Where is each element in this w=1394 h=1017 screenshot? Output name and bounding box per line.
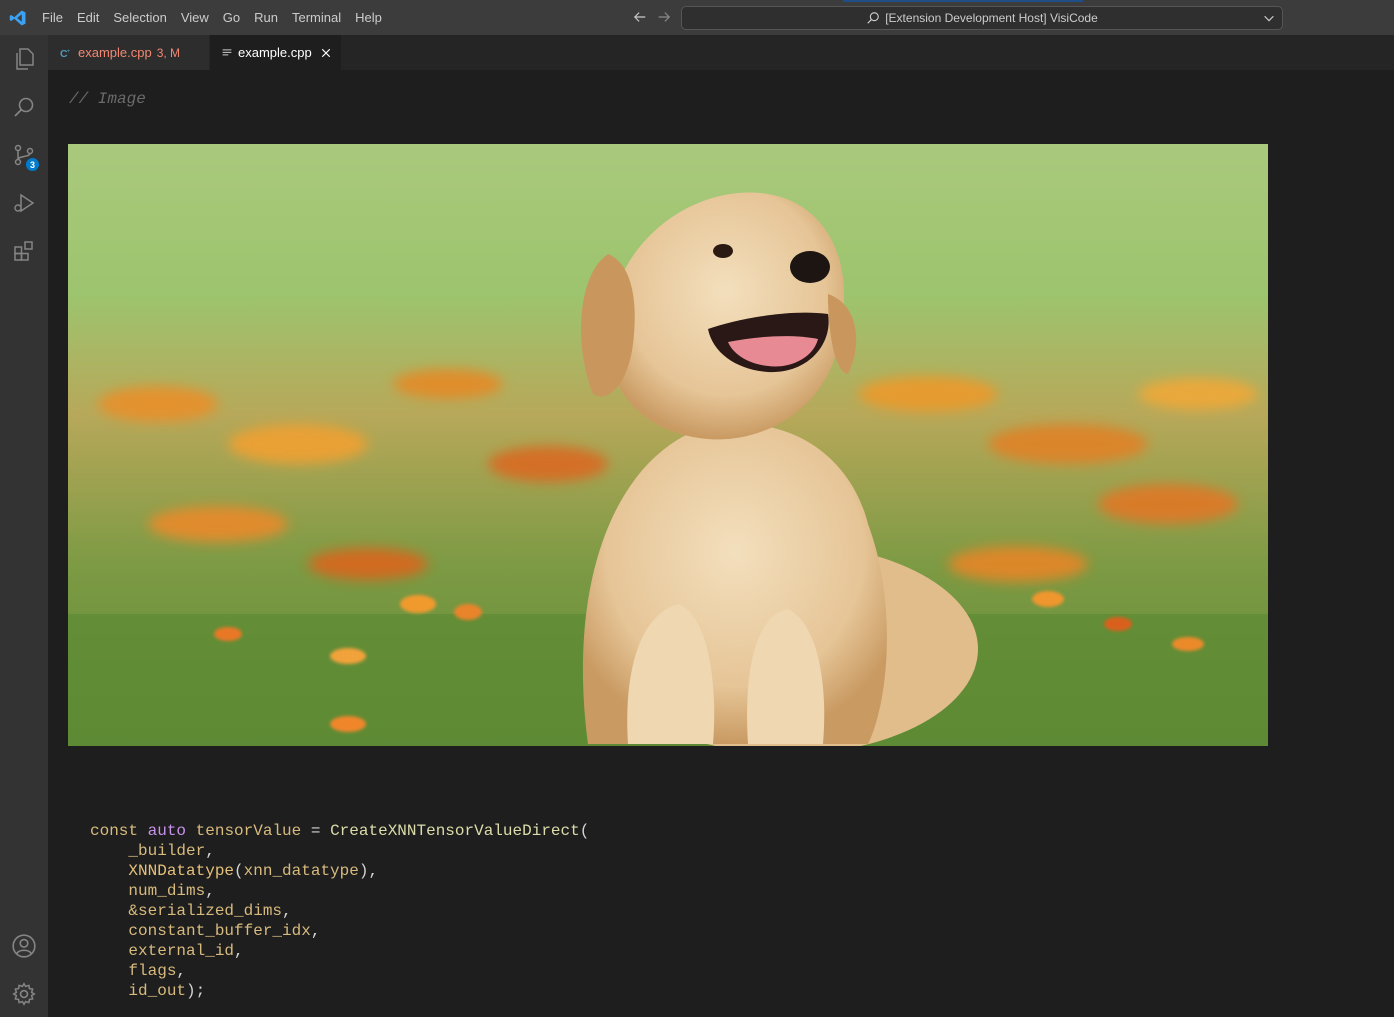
tab-problems-badge: 3, M <box>156 45 181 60</box>
chevron-down-icon[interactable] <box>1262 11 1276 25</box>
menu-file[interactable]: File <box>35 0 70 35</box>
tab-label: example.cpp <box>78 45 152 60</box>
code-token: &serialized_dims <box>128 902 283 920</box>
source-control-badge: 3 <box>26 158 39 171</box>
search-icon[interactable] <box>0 83 48 131</box>
code-token: _builder <box>128 842 206 860</box>
extensions-icon[interactable] <box>0 227 48 275</box>
code-token: , <box>234 942 244 960</box>
vscode-logo-icon <box>0 0 35 35</box>
menu-view[interactable]: View <box>174 0 216 35</box>
code-token: tensorValue <box>195 822 302 840</box>
code-token: XNNDatatype <box>128 862 235 880</box>
menu-selection[interactable]: Selection <box>106 0 173 35</box>
puppy-photo-image <box>68 144 1268 746</box>
tab-label: example.cpp <box>238 45 312 60</box>
code-token: constant_buffer_idx <box>128 922 311 940</box>
title-bar: File Edit Selection View Go Run Terminal… <box>0 0 1394 35</box>
code-token: , <box>176 962 187 980</box>
editor-area[interactable]: // Image const auto tensorValue = Create… <box>48 70 1394 1017</box>
code-line: num_dims, <box>90 881 589 901</box>
run-debug-icon[interactable] <box>0 179 48 227</box>
menu-bar: File Edit Selection View Go Run Terminal… <box>35 0 389 35</box>
code-token: , <box>205 842 215 860</box>
code-token: xnn_datatype <box>243 862 359 880</box>
code-token: , <box>310 922 321 940</box>
code-token: CreateXNNTensorValueDirect <box>330 822 580 840</box>
menu-edit[interactable]: Edit <box>70 0 106 35</box>
code-token: = <box>301 822 331 840</box>
close-icon[interactable] <box>320 45 332 61</box>
window-title: [Extension Development Host] VisiCode <box>885 11 1098 25</box>
code-comment: // Image <box>69 90 146 108</box>
menu-help[interactable]: Help <box>348 0 389 35</box>
code-token: external_id <box>128 942 235 960</box>
code-line: const auto tensorValue = CreateXNNTensor… <box>90 821 589 841</box>
account-icon[interactable] <box>0 922 48 970</box>
preview-icon <box>222 48 232 58</box>
menu-terminal[interactable]: Terminal <box>285 0 348 35</box>
explorer-files-icon[interactable] <box>0 35 48 83</box>
code-token: id_out <box>128 982 187 1000</box>
code-block: const auto tensorValue = CreateXNNTensor… <box>90 821 589 1001</box>
code-token: ); <box>186 982 206 1000</box>
forward-arrow-icon[interactable] <box>656 9 672 25</box>
svg-text:+: + <box>67 49 71 55</box>
code-token: , <box>282 902 292 920</box>
code-line: XNNDatatype(xnn_datatype), <box>90 861 589 881</box>
code-line: external_id, <box>90 941 589 961</box>
search-icon <box>866 11 880 25</box>
cpp-file-icon: C + <box>60 47 72 58</box>
title-accent <box>843 0 1083 2</box>
activity-bar: 3 <box>0 35 48 1017</box>
editor-tab-bar: C + example.cpp 3, M example.cpp <box>48 35 1394 70</box>
code-line: id_out); <box>90 981 589 1001</box>
code-token: ( <box>234 862 244 880</box>
code-line: flags, <box>90 961 589 981</box>
tab-example-cpp-source[interactable]: C + example.cpp 3, M <box>48 35 210 70</box>
manage-gear-icon[interactable] <box>0 970 48 1017</box>
source-control-icon[interactable]: 3 <box>0 131 48 179</box>
menu-go[interactable]: Go <box>216 0 247 35</box>
code-token: , <box>205 882 215 900</box>
navigation-arrows <box>632 9 672 25</box>
menu-run[interactable]: Run <box>247 0 285 35</box>
back-arrow-icon[interactable] <box>632 9 648 25</box>
code-line: _builder, <box>90 841 589 861</box>
tab-example-cpp-preview[interactable]: example.cpp <box>210 35 342 70</box>
code-token: flags <box>128 962 177 980</box>
code-line: constant_buffer_idx, <box>90 921 589 941</box>
code-line: &serialized_dims, <box>90 901 589 921</box>
code-token: auto <box>147 822 187 840</box>
code-token: num_dims <box>128 882 206 900</box>
code-token: ( <box>579 822 590 840</box>
code-token: ), <box>358 862 379 880</box>
command-center[interactable]: [Extension Development Host] VisiCode <box>681 6 1283 30</box>
code-token: const <box>90 822 139 840</box>
